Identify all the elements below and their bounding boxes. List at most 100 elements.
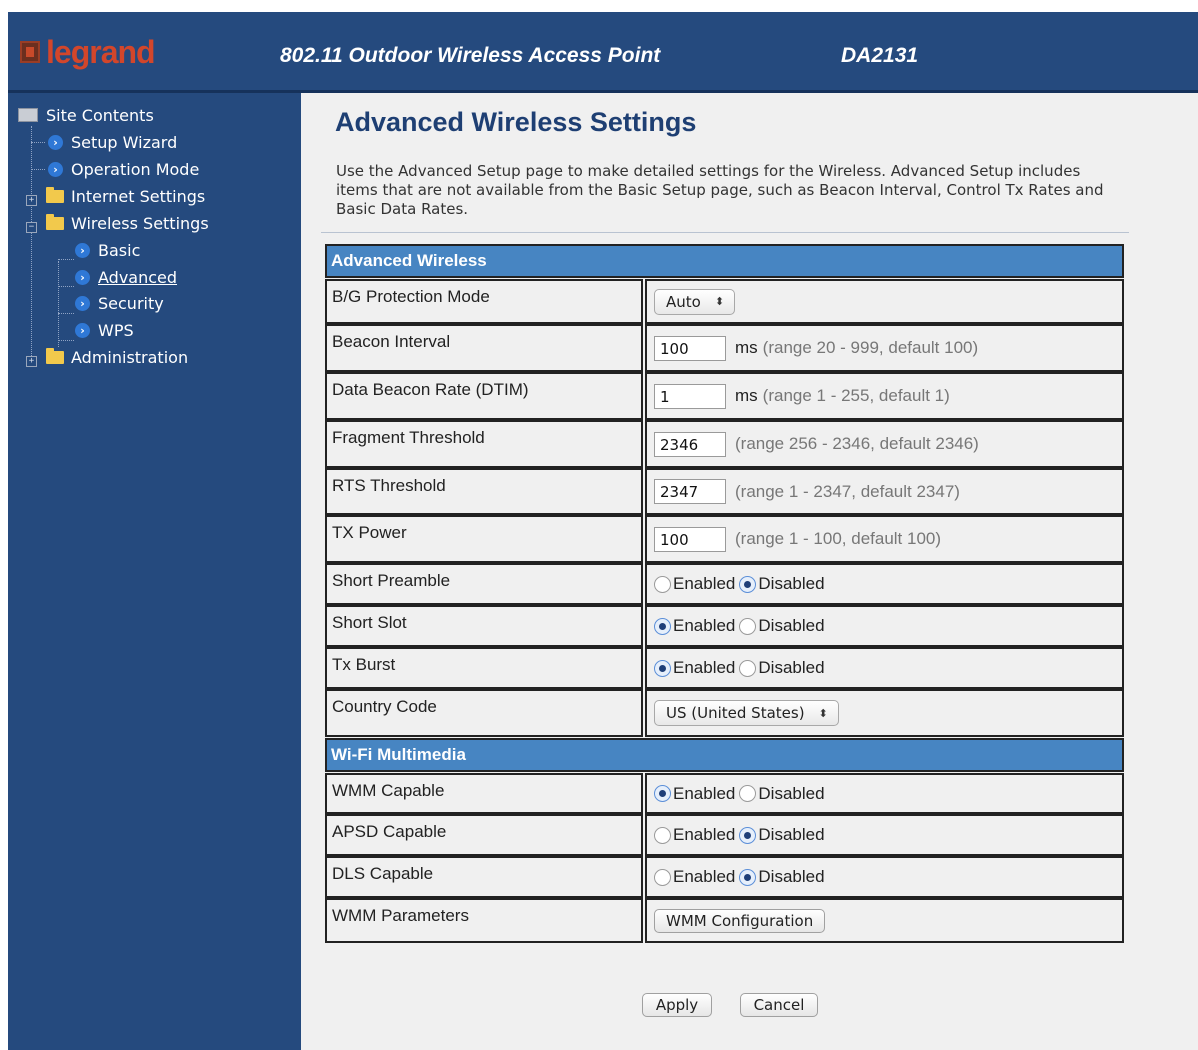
row-tx-burst: Tx Burst Enabled Disabled — [325, 647, 1124, 689]
row-fragment-threshold: Fragment Threshold 2346 (range 256 - 234… — [325, 420, 1124, 468]
sidebar-item-label: Operation Mode — [71, 159, 200, 179]
sidebar-item-wireless-settings[interactable]: Wireless Settings — [46, 212, 209, 234]
radio-label: Enabled — [673, 574, 736, 593]
logo-mark-icon — [20, 41, 40, 63]
radio-button[interactable] — [739, 617, 757, 635]
header-bar: legrand 802.11 Outdoor Wireless Access P… — [8, 12, 1198, 93]
radio-disabled[interactable]: Disabled — [739, 825, 825, 845]
tree-line — [58, 313, 74, 314]
field-label: Short Slot — [325, 605, 643, 647]
row-short-preamble: Short Preamble Enabled Disabled — [325, 563, 1124, 605]
rts-threshold-input[interactable]: 2347 — [654, 479, 726, 504]
folder-icon — [46, 347, 64, 364]
select-value: Auto — [666, 292, 701, 311]
field-label: DLS Capable — [325, 856, 643, 898]
section-header-advanced-wireless: Advanced Wireless — [325, 244, 1124, 278]
field-value: 100 (range 1 - 100, default 100) — [645, 515, 1124, 563]
tree-line — [58, 259, 74, 260]
field-value: Enabled Disabled — [645, 773, 1124, 814]
radio-disabled[interactable]: Disabled — [739, 867, 825, 887]
beacon-interval-input[interactable]: 100 — [654, 335, 726, 361]
tree-line — [58, 261, 59, 347]
radio-disabled[interactable]: Disabled — [739, 616, 825, 636]
range-hint: (range 1 - 100, default 100) — [735, 529, 942, 548]
sidebar-item-basic[interactable]: › Basic — [75, 239, 140, 261]
radio-button-selected[interactable] — [654, 617, 671, 635]
radio-enabled[interactable]: Enabled — [654, 616, 735, 636]
row-apsd-capable: APSD Capable Enabled Disabled — [325, 814, 1124, 856]
sidebar-item-label: Internet Settings — [71, 186, 206, 206]
sidebar-root: Site Contents — [18, 104, 154, 126]
radio-enabled[interactable]: Enabled — [654, 658, 735, 678]
radio-disabled[interactable]: Disabled — [739, 574, 825, 594]
chevron-right-icon: › — [75, 269, 90, 285]
range-hint: (range 256 - 2346, default 2346) — [735, 434, 979, 453]
page-intro: Use the Advanced Setup page to make deta… — [336, 162, 1104, 218]
field-label: Tx Burst — [325, 647, 643, 689]
radio-label: Disabled — [758, 574, 825, 593]
expand-icon[interactable]: + — [26, 195, 37, 206]
row-wmm-capable: WMM Capable Enabled Disabled — [325, 773, 1124, 814]
fragment-threshold-input[interactable]: 2346 — [654, 431, 726, 457]
field-label: Fragment Threshold — [325, 420, 643, 468]
radio-enabled[interactable]: Enabled — [654, 784, 735, 804]
sidebar-item-advanced[interactable]: › Advanced — [75, 266, 177, 288]
field-value: Enabled Disabled — [645, 563, 1124, 605]
radio-label: Disabled — [758, 783, 825, 803]
field-value: Auto ⬍ — [645, 279, 1124, 324]
sidebar-item-wps[interactable]: › WPS — [75, 319, 134, 341]
radio-disabled[interactable]: Disabled — [739, 783, 825, 804]
expand-icon[interactable]: + — [26, 356, 37, 367]
apply-button[interactable]: Apply — [642, 993, 712, 1017]
radio-button[interactable] — [739, 785, 757, 802]
dtim-input[interactable]: 1 — [654, 383, 726, 409]
collapse-icon[interactable]: − — [26, 222, 37, 233]
sidebar-item-administration[interactable]: Administration — [46, 346, 188, 368]
radio-button[interactable] — [654, 868, 671, 886]
sidebar-item-label: Wireless Settings — [71, 213, 209, 233]
radio-button-selected[interactable] — [739, 868, 757, 886]
radio-button-selected[interactable] — [654, 785, 671, 802]
radio-label: Disabled — [758, 658, 825, 677]
row-bg-protection: B/G Protection Mode Auto ⬍ — [325, 279, 1124, 324]
cancel-button[interactable]: Cancel — [740, 993, 818, 1017]
radio-button[interactable] — [739, 659, 757, 677]
range-hint: (range 20 - 999, default 100) — [762, 338, 979, 357]
wmm-configuration-button[interactable]: WMM Configuration — [654, 908, 826, 933]
chevron-right-icon: › — [48, 161, 63, 177]
radio-enabled[interactable]: Enabled — [654, 574, 735, 594]
chevron-right-icon: › — [75, 322, 90, 338]
radio-enabled[interactable]: Enabled — [654, 867, 735, 887]
logo-text: legrand — [46, 34, 156, 70]
row-wmm-parameters: WMM Parameters WMM Configuration — [325, 898, 1124, 943]
sidebar-item-internet-settings[interactable]: Internet Settings — [46, 185, 205, 207]
sidebar-item-setup-wizard[interactable]: › Setup Wizard — [48, 131, 177, 153]
field-value: Enabled Disabled — [645, 605, 1124, 647]
select-value: US (United States) — [666, 704, 805, 722]
radio-button[interactable] — [654, 575, 671, 593]
field-label: RTS Threshold — [325, 468, 643, 515]
chevron-right-icon: › — [48, 134, 63, 150]
sidebar-item-security[interactable]: › Security — [75, 292, 164, 314]
row-dls-capable: DLS Capable Enabled Disabled — [325, 856, 1124, 898]
field-label: Country Code — [325, 689, 643, 737]
radio-button[interactable] — [654, 826, 671, 844]
field-value: 2347 (range 1 - 2347, default 2347) — [645, 468, 1124, 515]
sidebar-item-operation-mode[interactable]: › Operation Mode — [48, 158, 199, 180]
radio-button-selected[interactable] — [654, 659, 671, 677]
country-code-select[interactable]: US (United States) ⬍ — [654, 700, 839, 726]
tree-line — [58, 340, 74, 341]
product-title: 802.11 Outdoor Wireless Access Point — [280, 44, 661, 67]
bg-protection-select[interactable]: Auto ⬍ — [654, 288, 736, 315]
radio-button-selected[interactable] — [739, 826, 757, 844]
folder-open-icon — [46, 213, 64, 230]
row-rts-threshold: RTS Threshold 2347 (range 1 - 2347, defa… — [325, 468, 1124, 515]
radio-disabled[interactable]: Disabled — [739, 658, 825, 678]
radio-button-selected[interactable] — [739, 575, 757, 593]
radio-label: Disabled — [758, 867, 825, 886]
radio-label: Enabled — [673, 658, 736, 677]
sidebar-item-label: Advanced — [98, 267, 178, 287]
tx-power-input[interactable]: 100 — [654, 526, 726, 552]
range-hint: (range 1 - 2347, default 2347) — [735, 481, 960, 501]
radio-enabled[interactable]: Enabled — [654, 825, 735, 845]
